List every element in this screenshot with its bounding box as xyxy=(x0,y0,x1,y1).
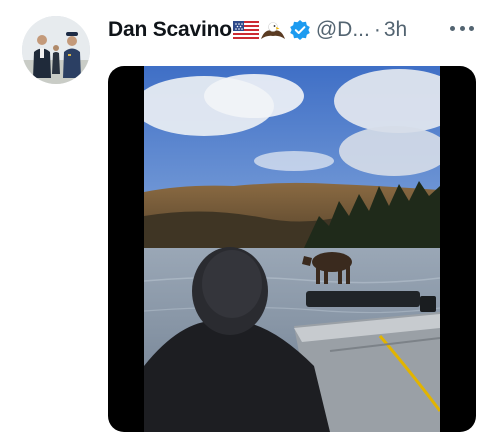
separator-dot: · xyxy=(373,18,381,41)
verified-badge-icon xyxy=(289,19,311,41)
video-frame[interactable] xyxy=(144,66,440,432)
video-player[interactable] xyxy=(108,66,476,432)
flag-usa-emoji xyxy=(232,21,259,39)
more-dot xyxy=(459,25,465,31)
more-dot xyxy=(450,25,455,31)
tweet-header: Dan Scavino @D... · 3h xyxy=(108,16,490,44)
more-horizontal-icon[interactable] xyxy=(450,17,474,39)
eagle-emoji xyxy=(260,19,286,41)
more-dot xyxy=(469,25,474,31)
author-handle[interactable]: @D... xyxy=(316,18,370,42)
tweet[interactable]: Dan Scavino @D... · 3h xyxy=(0,0,500,444)
avatar[interactable] xyxy=(22,16,90,84)
timestamp[interactable]: 3h xyxy=(384,18,407,42)
author-name[interactable]: Dan Scavino xyxy=(108,18,232,42)
